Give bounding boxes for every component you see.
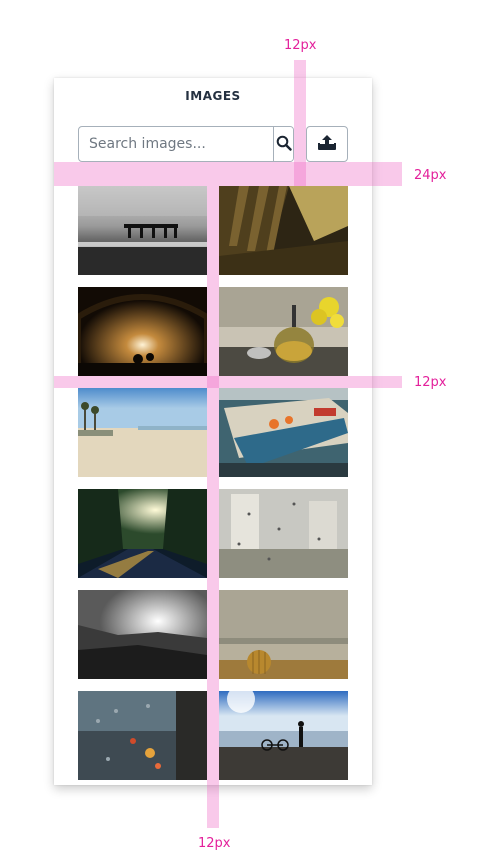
image-thumbnail[interactable] (78, 691, 207, 780)
image-thumbnail[interactable] (219, 287, 348, 376)
image-thumbnail[interactable] (219, 691, 348, 780)
search-toolbar (78, 126, 348, 162)
search-input[interactable] (79, 127, 273, 161)
image-thumbnail[interactable] (219, 489, 348, 578)
image-thumbnail[interactable] (78, 287, 207, 376)
panel-title: IMAGES (185, 89, 241, 103)
image-grid (78, 186, 348, 780)
search-button[interactable] (273, 127, 293, 161)
image-thumbnail[interactable] (78, 590, 207, 679)
image-thumbnail[interactable] (219, 590, 348, 679)
image-thumbnail[interactable] (219, 388, 348, 477)
search-field (78, 126, 294, 162)
annotation-row-gap-label: 12px (414, 375, 447, 390)
search-icon (276, 135, 292, 154)
annotation-column-gap-label: 12px (198, 836, 231, 851)
upload-button[interactable] (306, 126, 348, 162)
images-panel: IMAGES (54, 78, 372, 785)
annotation-top-label: 12px (284, 38, 317, 53)
image-thumbnail[interactable] (78, 489, 207, 578)
image-thumbnail[interactable] (78, 388, 207, 477)
upload-icon (317, 134, 337, 155)
annotation-search-gap-label: 24px (414, 168, 447, 183)
image-thumbnail[interactable] (78, 186, 207, 275)
image-thumbnail[interactable] (219, 186, 348, 275)
